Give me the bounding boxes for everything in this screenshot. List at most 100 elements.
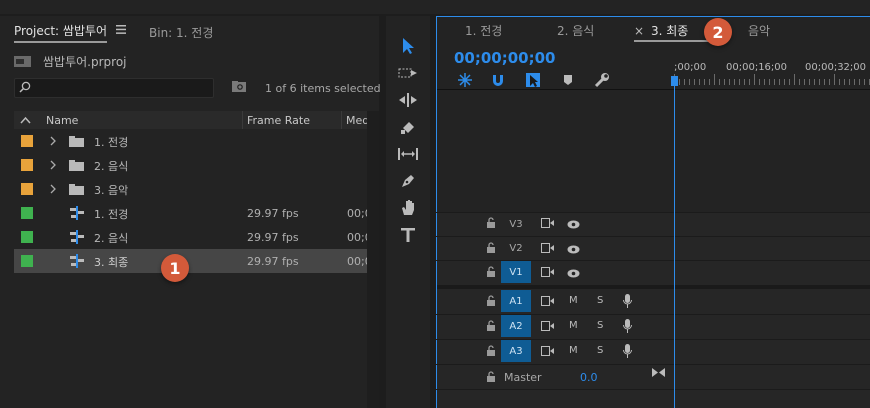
column-media-start[interactable]: Med (346, 114, 369, 127)
eye-toggle-icon[interactable] (567, 244, 580, 257)
label-color-swatch[interactable] (21, 231, 33, 243)
list-item[interactable] (14, 129, 367, 153)
sync-lock-icon[interactable] (541, 243, 554, 256)
list-item[interactable] (14, 153, 367, 177)
track-target-a1[interactable]: A1 (501, 290, 531, 312)
list-item-selected[interactable] (14, 249, 367, 273)
track-target-v3[interactable]: V3 (501, 213, 531, 235)
tab-music[interactable]: 음악 (748, 22, 770, 39)
close-tab-icon[interactable]: × (634, 24, 644, 38)
sort-up-icon[interactable] (20, 116, 31, 124)
sync-lock-icon[interactable] (541, 346, 554, 359)
track-select-tool-icon[interactable] (395, 62, 421, 84)
label-color-swatch[interactable] (21, 207, 33, 219)
track-lock-icon[interactable] (486, 345, 496, 359)
sequence-icon (70, 206, 84, 220)
list-item[interactable] (14, 201, 367, 225)
list-item[interactable] (14, 225, 367, 249)
folder-icon (69, 136, 84, 147)
add-marker-icon[interactable] (563, 74, 573, 86)
label-color-swatch[interactable] (21, 135, 33, 147)
tab-sequence-3[interactable]: 3. 최종 (651, 22, 688, 39)
project-filename: 쌈밥투어.prproj (43, 55, 127, 69)
type-tool-icon[interactable] (395, 224, 421, 246)
item-frame-rate: 29.97 fps (247, 207, 299, 220)
track-target-v1[interactable]: V1 (501, 261, 531, 283)
disclosure-chevron-icon[interactable] (50, 160, 56, 170)
mute-button[interactable]: M (569, 295, 578, 306)
mute-button[interactable]: M (569, 320, 578, 331)
track-target-v2[interactable]: V2 (501, 237, 531, 259)
track-lock-icon[interactable] (486, 371, 496, 385)
item-name: 3. 음악 (94, 184, 129, 197)
eye-toggle-icon[interactable] (567, 268, 580, 281)
search-input[interactable] (14, 78, 214, 98)
tab-project[interactable]: Project: 쌈밥투어 (14, 22, 108, 43)
hand-tool-icon[interactable] (395, 197, 421, 219)
playhead-line[interactable] (674, 77, 675, 408)
list-item[interactable] (14, 177, 367, 201)
search-icon (19, 81, 31, 93)
solo-button[interactable]: S (597, 320, 603, 331)
track-lock-icon[interactable] (486, 295, 496, 309)
microphone-icon[interactable] (623, 319, 632, 336)
sync-lock-icon[interactable] (541, 267, 554, 280)
track-lock-icon[interactable] (486, 217, 496, 231)
settings-wrench-icon[interactable] (594, 72, 610, 88)
ruler-bottom-border (437, 89, 870, 90)
track-lock-icon[interactable] (486, 320, 496, 334)
razor-tool-icon[interactable] (395, 116, 421, 138)
track-target-a2[interactable]: A2 (501, 315, 531, 337)
disclosure-chevron-icon[interactable] (50, 136, 56, 146)
sequence-icon (70, 230, 84, 244)
sync-lock-icon[interactable] (541, 296, 554, 309)
panel-menu-icon[interactable] (116, 25, 126, 34)
slip-tool-icon[interactable] (395, 143, 421, 165)
new-search-bin-icon[interactable] (232, 81, 246, 92)
solo-button[interactable]: S (597, 345, 603, 356)
callout-badge-1: 1 (161, 254, 189, 282)
item-name: 1. 전경 (94, 208, 129, 221)
mute-button[interactable]: M (569, 345, 578, 356)
timecode-display[interactable]: 00;00;00;00 (454, 49, 556, 67)
microphone-icon[interactable] (623, 294, 632, 311)
microphone-icon[interactable] (623, 344, 632, 361)
sequence-icon (70, 254, 84, 268)
tab-sequence-1[interactable]: 1. 전경 (465, 22, 502, 39)
sync-lock-icon[interactable] (541, 218, 554, 231)
master-volume-value[interactable]: 0.0 (580, 371, 598, 384)
project-file-icon (14, 55, 31, 67)
ripple-edit-tool-icon[interactable] (395, 89, 421, 111)
track-lock-icon[interactable] (486, 266, 496, 280)
item-frame-rate: 29.97 fps (247, 231, 299, 244)
ruler-label: ;00;00 (674, 62, 707, 73)
linked-selection-icon[interactable] (525, 72, 541, 88)
track-target-a3[interactable]: A3 (501, 340, 531, 362)
selection-tool-icon[interactable] (395, 35, 421, 57)
nest-toggle-icon[interactable] (457, 72, 473, 88)
ruler-label: 00;00;16;00 (726, 62, 788, 73)
disclosure-chevron-icon[interactable] (50, 184, 56, 194)
scrollbar[interactable] (367, 111, 379, 408)
snap-magnet-icon[interactable] (491, 73, 505, 87)
eye-toggle-icon[interactable] (567, 219, 580, 232)
pen-tool-icon[interactable] (395, 170, 421, 192)
sync-lock-icon[interactable] (541, 321, 554, 334)
tab-bin[interactable]: Bin: 1. 전경 (149, 24, 213, 41)
label-color-swatch[interactable] (21, 183, 33, 195)
item-frame-rate: 29.97 fps (247, 255, 299, 268)
track-lock-icon[interactable] (486, 242, 496, 256)
tab-sequence-2[interactable]: 2. 음식 (557, 22, 594, 39)
folder-icon (69, 160, 84, 171)
solo-button[interactable]: S (597, 295, 603, 306)
active-tab-underline (634, 40, 712, 42)
column-frame-rate[interactable]: Frame Rate (247, 114, 310, 127)
label-color-swatch[interactable] (21, 159, 33, 171)
column-divider (242, 111, 243, 129)
selection-status: 1 of 6 items selected (265, 82, 381, 95)
go-to-in-out-icon[interactable] (652, 367, 665, 381)
column-name[interactable]: Name (46, 114, 78, 127)
label-color-swatch[interactable] (21, 255, 33, 267)
item-name: 1. 전경 (94, 136, 129, 149)
folder-icon (69, 184, 84, 195)
